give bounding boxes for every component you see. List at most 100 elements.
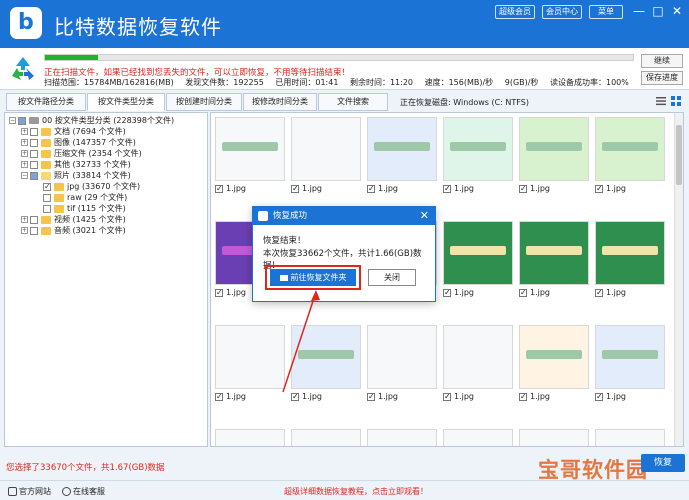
image-thumbnail[interactable]: [367, 325, 437, 389]
file-thumbnail-item[interactable]: 1.jpg: [595, 117, 665, 195]
file-thumbnail-item[interactable]: [595, 429, 665, 446]
open-recovery-folder-button[interactable]: 前往恢复文件夹: [270, 269, 356, 286]
file-checkbox[interactable]: [595, 391, 603, 403]
close-icon[interactable]: ✕: [667, 2, 687, 20]
expand-icon[interactable]: +: [21, 227, 28, 234]
file-checkbox[interactable]: [215, 183, 223, 195]
save-progress-button[interactable]: 保存进度: [641, 71, 683, 85]
image-thumbnail[interactable]: [519, 221, 589, 285]
expand-icon[interactable]: +: [21, 216, 28, 223]
file-checkbox[interactable]: [215, 287, 223, 299]
file-thumbnail-item[interactable]: 1.jpg: [443, 221, 513, 299]
file-thumbnail-item[interactable]: 1.jpg: [367, 117, 437, 195]
file-thumbnail-item[interactable]: [519, 429, 589, 446]
image-thumbnail[interactable]: [215, 325, 285, 389]
tree-checkbox[interactable]: [43, 204, 51, 213]
image-thumbnail[interactable]: [595, 117, 665, 181]
expand-icon[interactable]: +: [21, 139, 28, 146]
tree-checkbox[interactable]: [30, 127, 38, 136]
tree-checkbox[interactable]: [18, 116, 26, 125]
tab-by-create-time[interactable]: 按创建时间分类: [166, 93, 242, 111]
expand-icon[interactable]: +: [21, 161, 28, 168]
dialog-close-icon[interactable]: ✕: [420, 207, 429, 225]
file-thumbnail-item[interactable]: [215, 429, 285, 446]
image-thumbnail[interactable]: [367, 429, 437, 446]
image-thumbnail[interactable]: [291, 117, 361, 181]
online-service-link[interactable]: 在线客服: [62, 486, 105, 497]
tab-file-search[interactable]: 文件搜索: [318, 93, 388, 111]
file-checkbox[interactable]: [519, 183, 527, 195]
tree-checkbox[interactable]: [30, 226, 38, 235]
file-thumbnail-item[interactable]: 1.jpg: [519, 221, 589, 299]
tab-by-modify-time[interactable]: 按修改时间分类: [243, 93, 317, 111]
maximize-icon[interactable]: □: [648, 2, 668, 20]
tree-item-video[interactable]: + 视频 (1425 个文件): [21, 214, 126, 225]
file-checkbox[interactable]: [291, 183, 299, 195]
tree-checkbox[interactable]: [30, 138, 38, 147]
dialog-close-button[interactable]: 关闭: [368, 269, 416, 286]
image-thumbnail[interactable]: [291, 429, 361, 446]
file-thumbnail-item[interactable]: [367, 429, 437, 446]
tree-checkbox[interactable]: [43, 181, 51, 192]
file-thumbnail-item[interactable]: 1.jpg: [443, 117, 513, 195]
super-vip-button[interactable]: 超级会员: [495, 5, 535, 19]
tree-item-raw[interactable]: raw (29 个文件): [43, 192, 127, 203]
tab-by-type[interactable]: 按文件类型分类: [87, 93, 165, 111]
tree-item-archives[interactable]: + 压缩文件 (2354 个文件): [21, 148, 142, 159]
image-thumbnail[interactable]: [519, 117, 589, 181]
file-checkbox[interactable]: [519, 287, 527, 299]
file-thumbnail-item[interactable]: 1.jpg: [519, 325, 589, 403]
file-checkbox[interactable]: [367, 391, 375, 403]
file-checkbox[interactable]: [595, 287, 603, 299]
image-thumbnail[interactable]: [215, 117, 285, 181]
tree-item-jpg[interactable]: jpg (33670 个文件): [43, 181, 140, 192]
file-thumbnail-item[interactable]: 1.jpg: [367, 325, 437, 403]
tree-item-documents[interactable]: + 文档 (7694 个文件): [21, 126, 126, 137]
tree-checkbox[interactable]: [43, 193, 51, 202]
file-thumbnail-item[interactable]: 1.jpg: [519, 117, 589, 195]
file-thumbnail-item[interactable]: 1.jpg: [215, 325, 285, 403]
grid-scrollbar[interactable]: [674, 113, 683, 446]
expand-icon[interactable]: +: [21, 150, 28, 157]
tree-root[interactable]: − 00 按文件类型分类 (228398个文件): [9, 115, 174, 126]
continue-button[interactable]: 继续: [641, 54, 683, 68]
tree-checkbox[interactable]: [30, 149, 38, 158]
file-checkbox[interactable]: [595, 183, 603, 195]
scrollbar-thumb[interactable]: [676, 125, 682, 185]
tutorial-link[interactable]: 超级详细数据恢复教程，点击立即观看！: [284, 486, 428, 497]
file-checkbox[interactable]: [443, 183, 451, 195]
tree-checkbox[interactable]: [30, 215, 38, 224]
file-thumbnail-item[interactable]: 1.jpg: [291, 325, 361, 403]
tree-item-tif[interactable]: tif (115 个文件): [43, 203, 126, 214]
file-checkbox[interactable]: [215, 391, 223, 403]
recover-button[interactable]: 恢复: [641, 454, 685, 472]
tab-by-path[interactable]: 按文件路径分类: [6, 93, 86, 111]
image-thumbnail[interactable]: [215, 429, 285, 446]
file-checkbox[interactable]: [367, 183, 375, 195]
file-thumbnail-item[interactable]: 1.jpg: [595, 221, 665, 299]
menu-button[interactable]: 菜单: [589, 5, 623, 19]
list-view-icon[interactable]: [656, 96, 666, 106]
file-thumbnail-item[interactable]: 1.jpg: [215, 117, 285, 195]
member-center-button[interactable]: 会员中心: [542, 5, 582, 19]
tree-item-images[interactable]: + 图像 (147357 个文件): [21, 137, 136, 148]
expand-icon[interactable]: +: [21, 128, 28, 135]
tree-checkbox[interactable]: [30, 160, 38, 169]
minimize-icon[interactable]: —: [629, 2, 649, 20]
tree-item-audio[interactable]: + 音频 (3021 个文件): [21, 225, 126, 236]
file-thumbnail-item[interactable]: 1.jpg: [595, 325, 665, 403]
file-thumbnail-item[interactable]: 1.jpg: [291, 117, 361, 195]
image-thumbnail[interactable]: [443, 221, 513, 285]
collapse-icon[interactable]: −: [21, 172, 28, 179]
tree-item-other[interactable]: + 其他 (32733 个文件): [21, 159, 131, 170]
collapse-icon[interactable]: −: [9, 117, 16, 124]
tree-item-photos[interactable]: − 照片 (33814 个文件): [21, 170, 131, 181]
grid-view-icon[interactable]: [671, 96, 681, 106]
image-thumbnail[interactable]: [519, 325, 589, 389]
file-checkbox[interactable]: [291, 391, 299, 403]
image-thumbnail[interactable]: [595, 429, 665, 446]
file-checkbox[interactable]: [443, 391, 451, 403]
image-thumbnail[interactable]: [291, 325, 361, 389]
image-thumbnail[interactable]: [443, 429, 513, 446]
image-thumbnail[interactable]: [595, 221, 665, 285]
